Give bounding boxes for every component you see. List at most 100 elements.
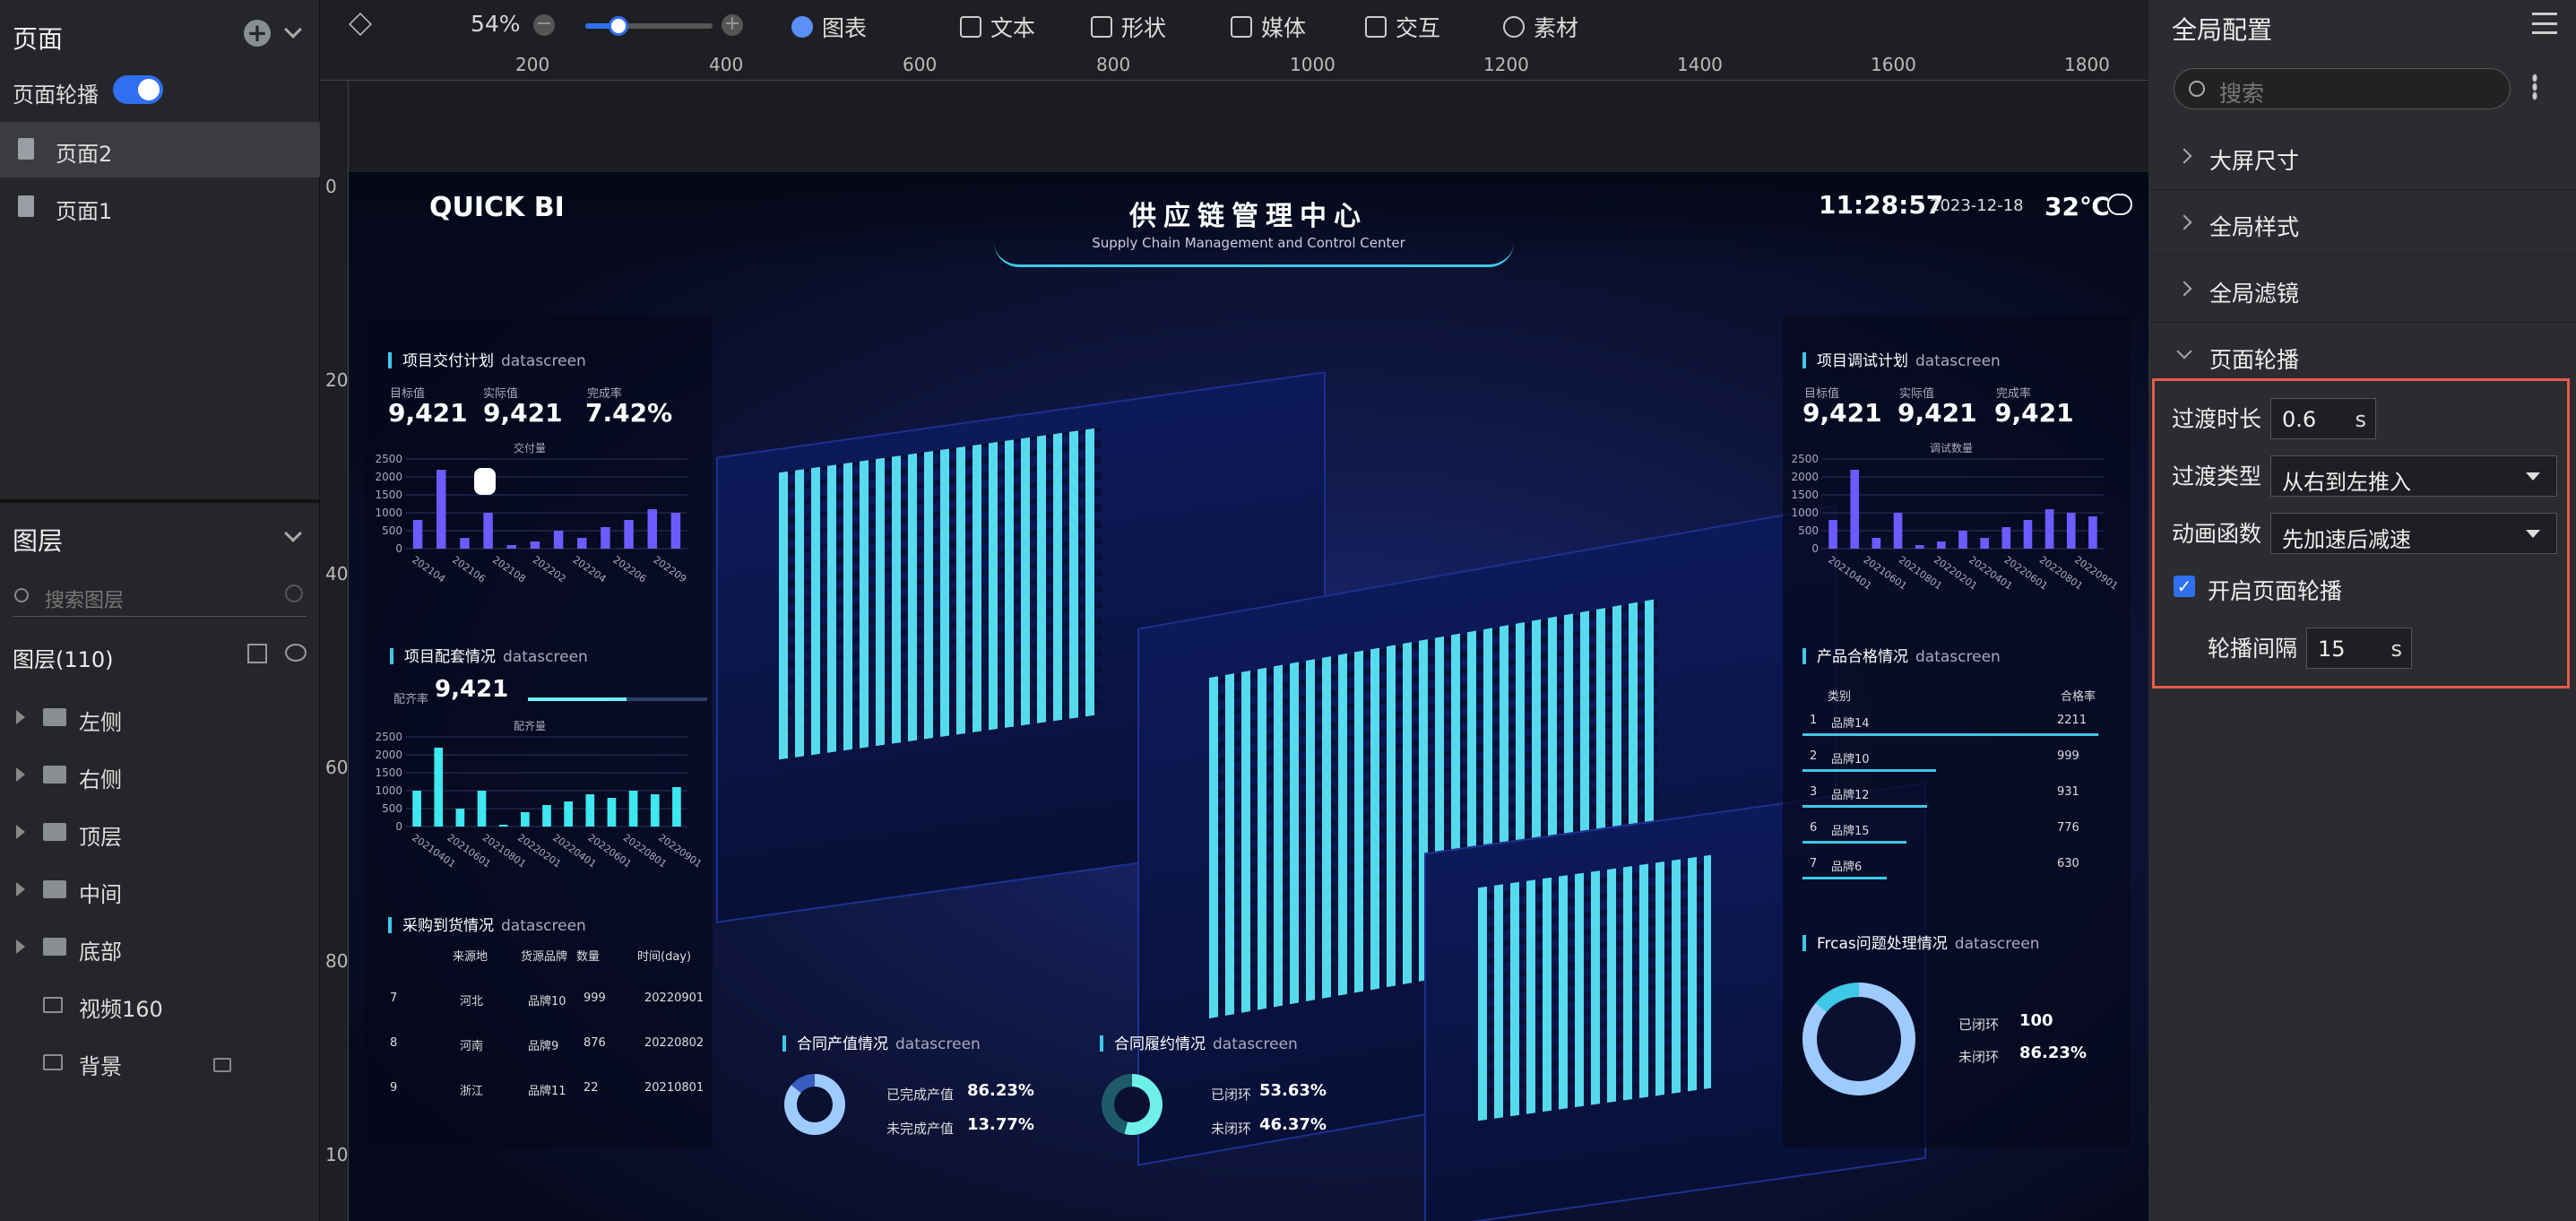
- y-tick-label: 1000: [375, 507, 402, 519]
- dropdown-arrow-icon: [2526, 530, 2540, 538]
- chart-button[interactable]: 图表: [791, 11, 867, 43]
- legend-label: 未完成产值: [886, 1121, 955, 1137]
- layer-label: 左侧: [79, 710, 122, 735]
- x-tick-label: 202209: [651, 554, 688, 585]
- interaction-button[interactable]: 交互: [1365, 11, 1440, 43]
- vertical-ruler: 0 200 400 600 800 1000: [320, 81, 371, 1221]
- bar: [650, 794, 660, 827]
- caret-right-icon[interactable]: [16, 767, 25, 782]
- text-icon: [960, 16, 981, 38]
- bar: [1893, 513, 1903, 549]
- bar: [553, 531, 564, 549]
- bar: [437, 470, 446, 549]
- zoom-in-icon[interactable]: +: [722, 14, 743, 36]
- panel-subtitle: datascreen: [1915, 648, 2001, 666]
- enable-carousel-checkbox[interactable]: ✓: [2174, 576, 2195, 597]
- caret-right-icon[interactable]: [16, 882, 25, 896]
- panel-subtitle: datascreen: [1213, 1035, 1298, 1053]
- chart-legend: 配齐量: [514, 719, 546, 732]
- chevron-down-icon[interactable]: [284, 524, 302, 542]
- panel-title-text: 采购到货情况: [402, 917, 494, 935]
- zoom-slider[interactable]: [585, 16, 713, 36]
- image-icon: [43, 997, 63, 1013]
- interval-input[interactable]: 15 s: [2306, 628, 2412, 669]
- page-item[interactable]: 页面1: [0, 179, 320, 235]
- caret-right-icon[interactable]: [16, 710, 25, 724]
- layer-item[interactable]: 左侧: [0, 690, 320, 748]
- config-search-input[interactable]: 搜索: [2174, 68, 2511, 109]
- section-label: 全局滤镜: [2209, 281, 2300, 307]
- chart-legend: 调试数量: [1930, 441, 1973, 455]
- carousel-toggle[interactable]: [113, 75, 163, 104]
- menu-icon[interactable]: [2532, 13, 2557, 34]
- layer-item[interactable]: 背景: [0, 1035, 320, 1092]
- chevron-down-icon[interactable]: [284, 21, 302, 39]
- page-item[interactable]: 页面2: [0, 122, 320, 178]
- unit-label: s: [2390, 636, 2402, 662]
- y-tick-label: 0: [395, 542, 402, 555]
- caret-right-icon[interactable]: [16, 825, 25, 839]
- layer-item[interactable]: 顶层: [0, 805, 320, 862]
- transition-type-select[interactable]: 从右到左推入: [2270, 455, 2557, 497]
- x-tick-label: 202206: [611, 554, 649, 585]
- add-page-icon[interactable]: +: [244, 20, 271, 47]
- ruler-tick: 400: [709, 54, 744, 75]
- zoom-out-icon[interactable]: −: [533, 14, 555, 36]
- legend-label: 已闭环: [1211, 1087, 1252, 1103]
- eye-icon[interactable]: [285, 644, 307, 662]
- bar: [412, 520, 423, 549]
- bar: [2088, 516, 2097, 549]
- lock-icon[interactable]: [213, 1058, 231, 1072]
- section-global-style[interactable]: 全局样式: [2148, 192, 2576, 256]
- text-button[interactable]: 文本: [960, 11, 1035, 43]
- section-label: 页面轮播: [2209, 347, 2300, 373]
- layers-icon[interactable]: [349, 13, 372, 36]
- row-bar: [1802, 877, 1888, 879]
- caret-right-icon[interactable]: [16, 940, 25, 954]
- kpi-value: 9,421: [483, 398, 563, 428]
- bar: [1915, 545, 1924, 549]
- panel-title: Frcas问题处理情况 datascreen: [1802, 931, 2040, 953]
- media-button[interactable]: 媒体: [1231, 11, 1306, 43]
- layer-label: 视频160: [79, 997, 163, 1022]
- bar: [542, 805, 551, 827]
- more-icon[interactable]: [2532, 74, 2537, 100]
- kpi-value: 7.42%: [585, 398, 673, 428]
- layer-item[interactable]: 右侧: [0, 748, 320, 805]
- interaction-label: 交互: [1396, 15, 1441, 41]
- horizontal-ruler: 200 400 600 800 1000 1200 1400 1600 1800: [320, 52, 2148, 81]
- section-global-filter[interactable]: 全局滤镜: [2148, 258, 2576, 323]
- layer-item[interactable]: 中间: [0, 862, 320, 920]
- table-cell: 20220802: [644, 1036, 705, 1050]
- shape-button[interactable]: 形状: [1091, 11, 1166, 43]
- weather-icon: [2107, 194, 2132, 215]
- kpi-value: 9,421: [435, 676, 509, 703]
- legend-label: 未闭环: [1211, 1121, 1252, 1137]
- panel-title-text: 项目调试计划: [1817, 352, 1908, 370]
- assets-button[interactable]: 素材: [1503, 11, 1578, 43]
- select-value: 从右到左推入: [2282, 470, 2411, 495]
- legend-value: 100: [2019, 1011, 2053, 1030]
- legend-value: 86.23%: [2019, 1043, 2087, 1062]
- layer-item[interactable]: 底部: [0, 920, 320, 977]
- right-sidebar: 全局配置 搜索 大屏尺寸 全局样式 全局滤镜 页面轮播 过渡时长 0.6 s 过渡…: [2148, 0, 2576, 1221]
- easing-select[interactable]: 先加速后减速: [2270, 513, 2557, 554]
- layer-search-input[interactable]: 搜索图层: [13, 579, 307, 617]
- legend-value: 53.63%: [1259, 1081, 1327, 1100]
- section-screen-size[interactable]: 大屏尺寸: [2148, 126, 2576, 190]
- section-label: 大屏尺寸: [2209, 148, 2300, 174]
- layer-item[interactable]: 视频160: [0, 977, 320, 1035]
- duration-input[interactable]: 0.6 s: [2270, 398, 2376, 439]
- collapse-all-icon[interactable]: [247, 644, 267, 663]
- table-cell: 7: [1810, 857, 1818, 870]
- table-cell: 8: [390, 1036, 398, 1050]
- dashboard-preview[interactable]: QUICK BI 供应链管理中心 Supply Chain Management…: [349, 172, 2148, 1221]
- kpi-value: 9,421: [1802, 398, 1882, 428]
- y-tick-label: 1500: [375, 489, 402, 501]
- clock-time: 11:28:57: [1819, 190, 1944, 220]
- y-tick-label: 2000: [1791, 471, 1819, 483]
- bar: [601, 527, 610, 549]
- y-tick-label: 1500: [1791, 489, 1819, 501]
- folder-icon: [43, 823, 66, 841]
- bar: [624, 520, 634, 549]
